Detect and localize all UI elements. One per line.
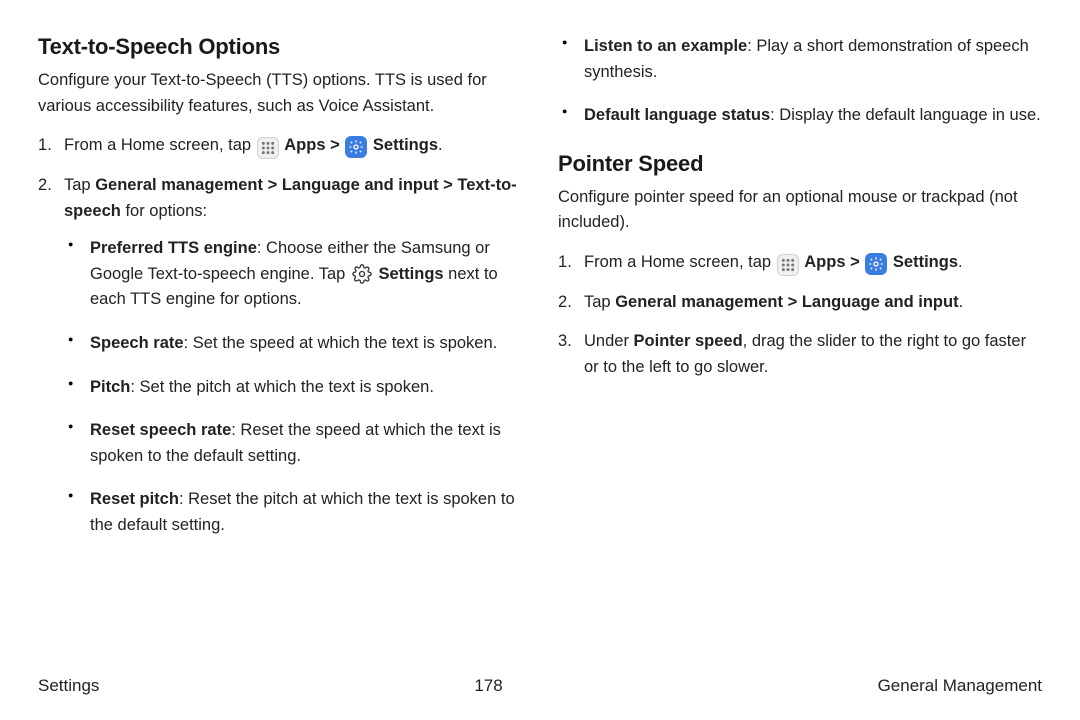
apps-label: Apps bbox=[284, 136, 325, 154]
b6-label: Listen to an example bbox=[584, 37, 747, 55]
right-column: Listen to an example: Play a short demon… bbox=[558, 34, 1042, 556]
apps-icon bbox=[777, 254, 799, 276]
period: . bbox=[438, 136, 443, 154]
bullet-reset-pitch: Reset pitch: Reset the pitch at which th… bbox=[64, 487, 522, 538]
left-column: Text-to-Speech Options Configure your Te… bbox=[38, 34, 522, 556]
pointer-step-1: From a Home screen, tap Apps > Settings. bbox=[558, 250, 1042, 276]
step-1: From a Home screen, tap Apps > Settings. bbox=[38, 133, 522, 159]
ps2-gm: General management bbox=[615, 293, 783, 311]
chevron2: > bbox=[268, 176, 278, 194]
step2-li: Language and input bbox=[282, 176, 439, 194]
ps2-pre: Tap bbox=[584, 293, 615, 311]
b3-label: Pitch bbox=[90, 378, 130, 396]
settings-icon bbox=[345, 136, 367, 158]
settings-label: Settings bbox=[373, 136, 438, 154]
b3-text: : Set the pitch at which the text is spo… bbox=[130, 378, 434, 396]
apps-icon bbox=[257, 137, 279, 159]
tts-continued-list: Listen to an example: Play a short demon… bbox=[558, 34, 1042, 129]
bullet-speech-rate: Speech rate: Set the speed at which the … bbox=[64, 331, 522, 357]
step1-text: From a Home screen, tap bbox=[64, 136, 256, 154]
ps2-li: Language and input bbox=[802, 293, 959, 311]
page-content: Text-to-Speech Options Configure your Te… bbox=[0, 0, 1080, 556]
step-2: Tap General management > Language and in… bbox=[38, 173, 522, 538]
footer-left: Settings bbox=[38, 676, 99, 696]
b7-text: : Display the default language in use. bbox=[770, 106, 1041, 124]
intro-tts: Configure your Text-to-Speech (TTS) opti… bbox=[38, 68, 522, 119]
pointer-step-3: Under Pointer speed, drag the slider to … bbox=[558, 329, 1042, 380]
b2-label: Speech rate bbox=[90, 334, 184, 352]
b5-label: Reset pitch bbox=[90, 490, 179, 508]
ps1-settings: Settings bbox=[893, 253, 958, 271]
b1-label: Preferred TTS engine bbox=[90, 239, 257, 257]
bullet-default-language: Default language status: Display the def… bbox=[558, 103, 1042, 129]
tts-options-list: Preferred TTS engine: Choose either the … bbox=[64, 236, 522, 538]
ps1-chev: > bbox=[850, 253, 860, 271]
b7-label: Default language status bbox=[584, 106, 770, 124]
chevron: > bbox=[330, 136, 340, 154]
ps1-apps: Apps bbox=[804, 253, 845, 271]
ps1-period: . bbox=[958, 253, 963, 271]
bullet-reset-speech-rate: Reset speech rate: Reset the speed at wh… bbox=[64, 418, 522, 469]
b4-label: Reset speech rate bbox=[90, 421, 231, 439]
ps2-period: . bbox=[959, 293, 964, 311]
step2-gm: General management bbox=[95, 176, 263, 194]
ps3-label: Pointer speed bbox=[634, 332, 743, 350]
steps-tts: From a Home screen, tap Apps > Settings.… bbox=[38, 133, 522, 538]
b2-text: : Set the speed at which the text is spo… bbox=[184, 334, 498, 352]
ps2-chev: > bbox=[788, 293, 798, 311]
step2-pre: Tap bbox=[64, 176, 95, 194]
chevron3: > bbox=[443, 176, 453, 194]
settings-icon bbox=[865, 253, 887, 275]
step2-suffix: for options: bbox=[121, 202, 207, 220]
heading-tts-options: Text-to-Speech Options bbox=[38, 34, 522, 60]
bullet-preferred-engine: Preferred TTS engine: Choose either the … bbox=[64, 236, 522, 313]
intro-pointer: Configure pointer speed for an optional … bbox=[558, 185, 1042, 236]
ps3-pre: Under bbox=[584, 332, 634, 350]
tts-options-continued: Listen to an example: Play a short demon… bbox=[558, 34, 1042, 129]
bullet-listen-example: Listen to an example: Play a short demon… bbox=[558, 34, 1042, 85]
pointer-step-2: Tap General management > Language and in… bbox=[558, 290, 1042, 316]
steps-pointer: From a Home screen, tap Apps > Settings.… bbox=[558, 250, 1042, 381]
ps1-text: From a Home screen, tap bbox=[584, 253, 776, 271]
page-footer: Settings 178 General Management bbox=[38, 676, 1042, 696]
gear-icon bbox=[351, 263, 373, 285]
b1-settings: Settings bbox=[379, 265, 444, 283]
heading-pointer-speed: Pointer Speed bbox=[558, 151, 1042, 177]
bullet-pitch: Pitch: Set the pitch at which the text i… bbox=[64, 375, 522, 401]
footer-right: General Management bbox=[878, 676, 1042, 696]
footer-page-number: 178 bbox=[474, 676, 502, 696]
